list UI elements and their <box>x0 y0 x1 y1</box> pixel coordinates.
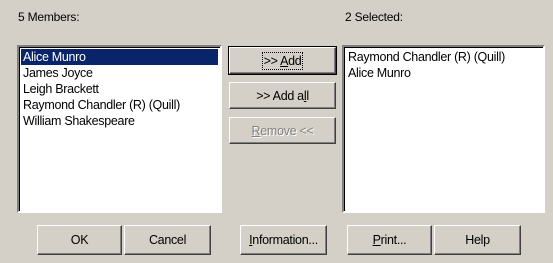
ok-button[interactable]: OK <box>37 225 122 255</box>
add-button-label: >> Add <box>261 51 304 70</box>
cancel-button[interactable]: Cancel <box>124 225 211 255</box>
add-button[interactable]: >> Add <box>228 46 337 75</box>
list-item[interactable]: Raymond Chandler (R) (Quill) <box>346 49 541 65</box>
members-count-label: 5 Members: <box>18 10 80 24</box>
print-button[interactable]: Print... <box>347 225 432 255</box>
add-all-button-label: >> Add all <box>256 88 309 103</box>
members-listbox[interactable]: Alice Munro James Joyce Leigh Brackett R… <box>17 45 222 213</box>
list-item[interactable]: Raymond Chandler (R) (Quill) <box>21 97 218 113</box>
information-button-label: Information... <box>249 233 318 247</box>
remove-button[interactable]: Remove << <box>229 117 336 144</box>
help-button[interactable]: Help <box>434 225 521 255</box>
selected-listbox[interactable]: Raymond Chandler (R) (Quill) Alice Munro <box>342 45 545 213</box>
remove-button-label: Remove << <box>251 123 314 138</box>
add-all-button[interactable]: >> Add all <box>229 82 336 109</box>
list-item[interactable]: Alice Munro <box>346 65 541 81</box>
list-item[interactable]: William Shakespeare <box>21 113 218 129</box>
information-button[interactable]: Information... <box>240 225 327 255</box>
selected-count-label: 2 Selected: <box>345 10 403 24</box>
list-item[interactable]: James Joyce <box>21 65 218 81</box>
list-item[interactable]: Leigh Brackett <box>21 81 218 97</box>
list-item[interactable]: Alice Munro <box>21 49 218 65</box>
print-button-label: Print... <box>372 233 407 247</box>
